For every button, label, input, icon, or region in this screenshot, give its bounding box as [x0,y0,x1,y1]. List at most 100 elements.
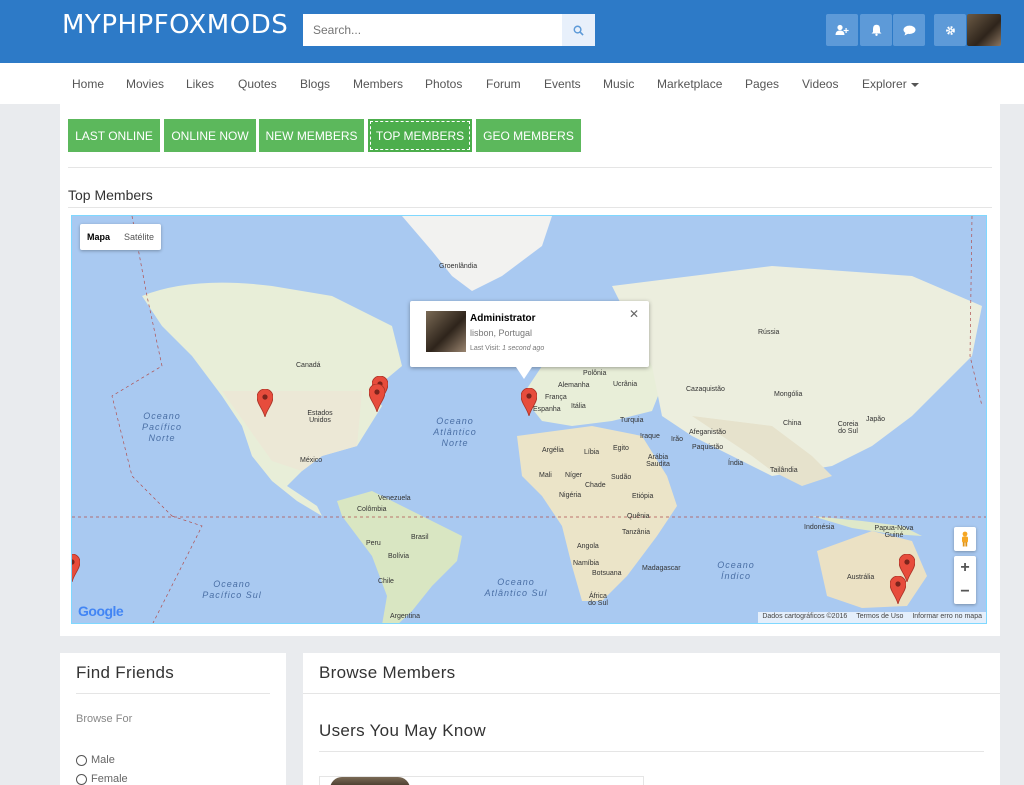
radio-button[interactable] [76,754,87,766]
map-label: Rússia [758,329,780,336]
report-error-link[interactable]: Informar erro no mapa [912,613,982,623]
map-label: Nigéria [559,492,582,499]
map-label: Tanzânia [622,529,651,536]
nav-item-explorer-label: Explorer [862,77,907,91]
map-label: Venezuela [378,495,411,502]
map-marker-icon[interactable] [257,389,273,417]
gear-icon [945,25,955,35]
search-button[interactable] [562,14,595,46]
divider [68,207,992,208]
map-label: Egito [613,445,629,452]
nav-item-blogs[interactable]: Blogs [300,77,330,91]
map-label: Polônia [583,370,607,377]
map-label: Espanha [533,406,561,413]
gender-option-male[interactable]: Male [76,754,115,766]
ocean-label: Oceano Pacífico Norte [141,411,182,443]
map-label: Sudão [611,474,632,481]
map-type-satellite-button[interactable]: Satélite [117,224,161,250]
map-label: Colômbia [357,506,387,513]
search-box [303,14,595,46]
zoom-control: + − [954,556,976,604]
map-label: Quênia [627,513,650,520]
caret-down-icon [910,82,919,87]
zoom-in-button[interactable]: + [954,556,976,580]
info-member-location: lisbon, Portugal [470,328,533,338]
nav-item-home[interactable]: Home [72,77,104,91]
close-icon[interactable]: ✕ [629,307,639,321]
map-label: Japão [866,416,886,423]
map-label: Etiópia [632,493,654,500]
nav-item-quotes[interactable]: Quotes [238,77,277,91]
tab-geo-members[interactable]: GEO MEMBERS [476,119,581,152]
gender-option-label: Female [91,773,128,785]
map-data-credit: Dados cartográficos ©2016 [762,613,848,620]
map-label: Papua-Nova Guiné [874,525,914,539]
info-last-visit: Last Visit: 1 second ago [470,345,544,352]
info-last-visit-label: Last Visit: [470,345,501,352]
map-marker-icon[interactable] [71,554,80,582]
map-type-map-button[interactable]: Mapa [80,224,117,250]
notifications-button[interactable] [860,14,892,46]
map-attribution: Dados cartográficos ©2016 Termos de Uso … [758,612,986,623]
zoom-out-button[interactable]: − [954,580,976,604]
suggested-user-card[interactable] [319,776,644,785]
nav-item-likes[interactable]: Likes [186,77,214,91]
nav-item-pages[interactable]: Pages [745,77,779,91]
radio-button[interactable] [76,773,87,785]
map-label: Argentina [390,613,420,620]
nav-item-movies[interactable]: Movies [126,77,164,91]
world-map[interactable]: Mapa Satélite Groenlândia Canadá Estados… [71,215,987,624]
map-label: Austrália [847,574,875,581]
nav-item-music[interactable]: Music [603,77,634,91]
tab-online-now[interactable]: ONLINE NOW [164,119,256,152]
nav-item-marketplace[interactable]: Marketplace [657,77,722,91]
map-label: Líbia [584,449,600,456]
map-label: Brasil [411,534,429,541]
map-land-layer [72,216,986,623]
suggested-user-avatar[interactable] [330,777,410,785]
user-avatar[interactable] [967,14,1001,46]
map-label: Chile [378,578,394,585]
ocean-label: Oceano Atlântico Sul [484,577,548,598]
search-input[interactable] [303,14,562,46]
add-user-icon [835,24,849,35]
top-header: MYPHPFOXMODS [0,0,1024,63]
terms-link[interactable]: Termos de Uso [856,613,903,623]
users-you-may-know-title: Users You May Know [319,721,486,740]
map-label: Iraque [640,433,660,440]
nav-item-forum[interactable]: Forum [486,77,521,91]
map-label: Turquia [620,417,644,424]
tab-new-members[interactable]: NEW MEMBERS [259,119,364,152]
map-marker-icon[interactable] [890,576,906,604]
ocean-label: Oceano Atlântico Norte [433,416,477,448]
messages-button[interactable] [893,14,925,46]
map-label: Argélia [542,447,564,454]
site-logo[interactable]: MYPHPFOXMODS [62,10,288,40]
street-view-button[interactable] [954,527,976,551]
map-marker-icon[interactable] [369,384,385,412]
map-marker-icon[interactable] [521,388,537,416]
search-icon [573,25,584,36]
tab-top-members[interactable]: TOP MEMBERS [368,119,472,152]
browse-for-label: Browse For [76,713,133,725]
divider [319,751,984,752]
settings-button[interactable] [934,14,966,46]
info-avatar[interactable] [426,311,466,352]
tab-last-online[interactable]: LAST ONLINE [68,119,160,152]
members-map-card: LAST ONLINE ONLINE NOW NEW MEMBERS TOP M… [60,104,1000,636]
main-nav: Home Movies Likes Quotes Blogs Members P… [0,63,1024,104]
gender-option-female[interactable]: Female [76,773,128,785]
divider [68,167,992,168]
friend-requests-button[interactable] [826,14,858,46]
map-label: China [783,420,802,427]
nav-item-members[interactable]: Members [353,77,403,91]
chat-icon [903,25,915,35]
nav-item-photos[interactable]: Photos [425,77,462,91]
info-member-name[interactable]: Administrator [470,313,536,324]
gender-option-label: Male [91,754,115,766]
nav-item-explorer[interactable]: Explorer [862,77,919,91]
map-label: Alemanha [558,382,590,389]
map-type-control: Mapa Satélite [80,224,162,250]
nav-item-videos[interactable]: Videos [802,77,838,91]
nav-item-events[interactable]: Events [544,77,581,91]
